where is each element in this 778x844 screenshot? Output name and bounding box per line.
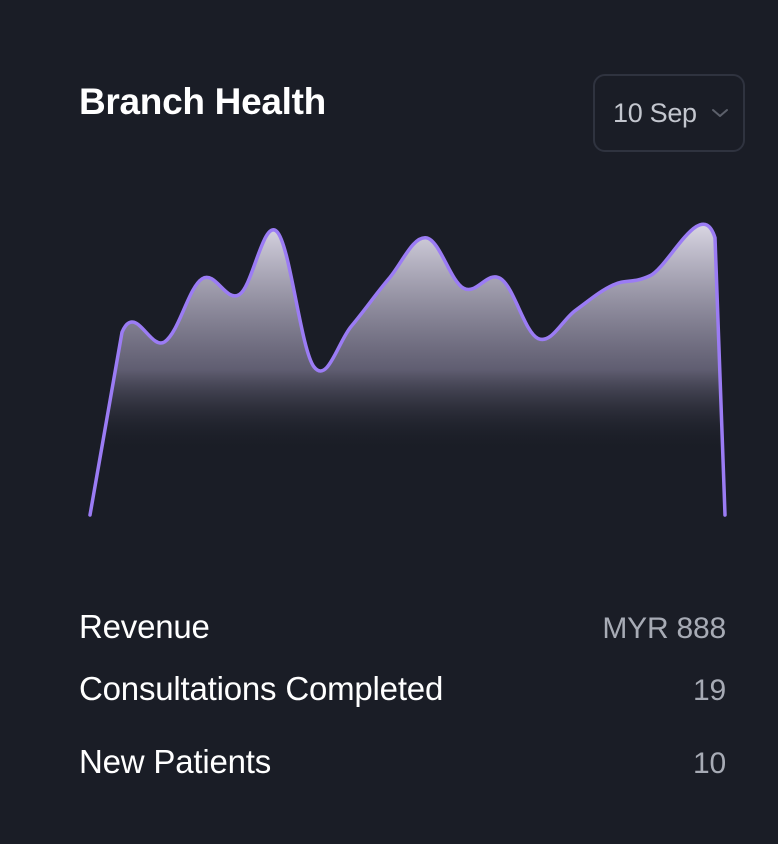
chart-area-fill bbox=[90, 224, 725, 515]
stat-row-revenue: Revenue MYR 888 bbox=[79, 608, 726, 646]
branch-health-card: Branch Health 10 Sep Revenue MYR 888 Con… bbox=[0, 0, 778, 844]
stat-value: 10 bbox=[693, 747, 726, 780]
stat-row-new-patients: New Patients 10 bbox=[79, 743, 726, 781]
stat-label: Consultations Completed bbox=[79, 670, 444, 707]
health-area-chart bbox=[88, 222, 727, 517]
stat-value: 19 bbox=[693, 674, 726, 707]
stat-row-consultations: Consultations Completed 19 bbox=[79, 670, 726, 708]
stat-label: New Patients bbox=[79, 743, 272, 780]
stat-label: Revenue bbox=[79, 608, 210, 645]
stat-value: MYR 888 bbox=[602, 612, 726, 645]
